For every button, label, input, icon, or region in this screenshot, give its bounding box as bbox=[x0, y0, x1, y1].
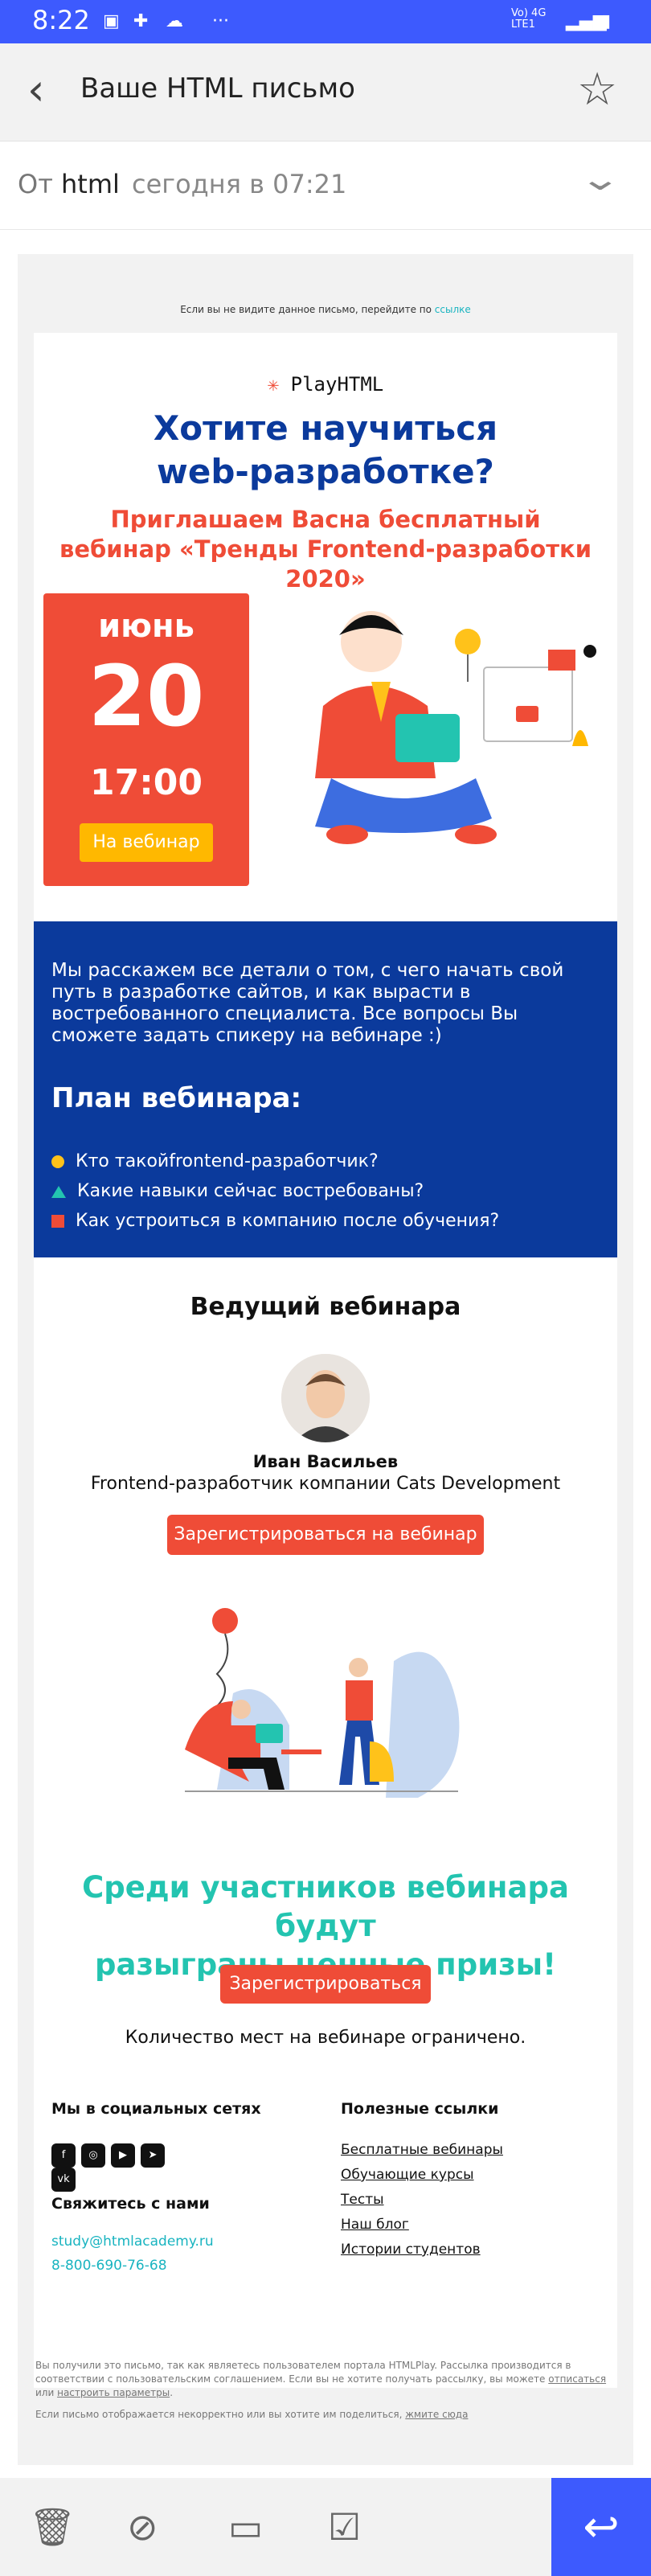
social-title: Мы в социальных сетях bbox=[51, 2100, 261, 2118]
legal-text: Вы получили это письмо, так как являетес… bbox=[18, 2359, 633, 2400]
instagram-icon[interactable]: ◎ bbox=[81, 2143, 105, 2168]
preheader-link[interactable]: ссылке bbox=[435, 304, 471, 315]
cloud-icon: ☁ bbox=[166, 11, 183, 31]
invite-text: Приглашаем Васна бесплатный вебинар «Трен… bbox=[34, 505, 617, 594]
plan-title: План вебинара: bbox=[51, 1082, 302, 1114]
contact-email-link[interactable]: study@htmlacademy.ru bbox=[51, 2233, 214, 2250]
date-month: июнь bbox=[98, 608, 194, 645]
legal-or: или bbox=[35, 2387, 58, 2398]
unsubscribe-link[interactable]: отписаться bbox=[548, 2373, 606, 2385]
preheader: Если вы не видите данное письмо, перейди… bbox=[18, 304, 633, 315]
logo-icon: ✳ bbox=[267, 373, 280, 396]
status-time: 8:22 bbox=[32, 5, 90, 35]
legal-share-text: Если письмо отображается некорректно или… bbox=[18, 2409, 633, 2420]
register-button[interactable]: Зарегистрироваться bbox=[220, 1965, 431, 2004]
reply-icon[interactable]: ↩ bbox=[551, 2478, 651, 2576]
invite-line-1: Приглашаем Васна бесплатный bbox=[110, 506, 541, 533]
app-bar: ‹ Ваше HTML письмо ☆ bbox=[0, 43, 651, 142]
social-icons: f ◎ ▶ ➤ vk bbox=[51, 2143, 180, 2192]
avatar bbox=[281, 1354, 370, 1442]
block-icon[interactable]: ⊘ bbox=[127, 2505, 158, 2549]
share-link[interactable]: жмите сюда bbox=[405, 2409, 468, 2420]
email-card: ✳ PlayHTML Хотите научиться web-разработк… bbox=[34, 333, 617, 2388]
invite-line-2: вебинар «Тренды Frontend-разработки 2020… bbox=[59, 535, 592, 593]
sender-row[interactable]: От html сегодня в 07:21 ⌄ bbox=[0, 142, 651, 230]
speaker-title: Ведущий вебинара bbox=[190, 1293, 461, 1321]
legal-text-main: Вы получили это письмо, так как являетес… bbox=[35, 2360, 571, 2385]
from-field: От html bbox=[18, 169, 120, 199]
mark-done-icon[interactable]: ☑ bbox=[328, 2505, 361, 2549]
link-tests[interactable]: Тесты bbox=[341, 2192, 384, 2208]
plan-item-text: Какие навыки сейчас востребованы? bbox=[77, 1181, 424, 1201]
status-bar: 8:22 ▣ ✚ ☁ ··· Vo) 4G LTE1 ▂▄▆ ▮ bbox=[0, 0, 651, 43]
plan-item-text: Как устроиться в компанию после обучения… bbox=[76, 1211, 500, 1231]
people-illustration bbox=[185, 1608, 460, 1798]
youtube-icon[interactable]: ▶ bbox=[111, 2143, 135, 2168]
telegram-icon[interactable]: ➤ bbox=[141, 2143, 165, 2168]
chevron-down-icon[interactable]: ⌄ bbox=[579, 161, 622, 198]
speaker-role: Frontend-разработчик компании Cats Devel… bbox=[90, 1474, 561, 1494]
gallery-icon: ▣ bbox=[103, 11, 120, 31]
sender-name: html bbox=[61, 169, 120, 199]
link-stories[interactable]: Истории студентов bbox=[341, 2242, 481, 2258]
vk-icon[interactable]: vk bbox=[51, 2168, 76, 2192]
plan-item: Как устроиться в компанию после обучения… bbox=[51, 1211, 499, 1231]
battery-icon: ▮ bbox=[601, 11, 612, 31]
register-webinar-button[interactable]: Зарегистрироваться на вебинар bbox=[167, 1515, 484, 1555]
to-webinar-button[interactable]: На вебинар bbox=[80, 823, 213, 862]
trash-icon[interactable]: 🗑 bbox=[29, 2505, 76, 2549]
back-arrow-icon[interactable]: ‹ bbox=[27, 66, 45, 114]
folder-icon[interactable]: ▭ bbox=[228, 2505, 263, 2549]
links-title: Полезные ссылки bbox=[341, 2100, 499, 2118]
legal-dot: . bbox=[170, 2387, 174, 2398]
from-label: От bbox=[18, 169, 53, 199]
settings-link[interactable]: настроить параметры bbox=[57, 2387, 170, 2398]
star-icon[interactable]: ☆ bbox=[577, 66, 617, 114]
link-courses[interactable]: Обучающие курсы bbox=[341, 2167, 474, 2183]
more-dots: ··· bbox=[212, 11, 229, 31]
about-section: Мы расскажем все детали о том, с чего на… bbox=[34, 921, 617, 1257]
square-bullet-icon bbox=[51, 1215, 64, 1228]
circle-bullet-icon bbox=[51, 1155, 64, 1168]
link-free-webinars[interactable]: Бесплатные вебинары bbox=[341, 2142, 503, 2158]
logo-text: PlayHTML bbox=[290, 373, 384, 396]
headline-line-1: Хотите научиться bbox=[153, 408, 498, 448]
hero-illustration bbox=[315, 611, 596, 844]
plan-item: Кто такойfrontend-разработчик? bbox=[51, 1151, 379, 1171]
received-date: сегодня в 07:21 bbox=[132, 169, 347, 199]
email-body: Если вы не видите данное письмо, перейди… bbox=[18, 254, 633, 2465]
app-icon: ✚ bbox=[133, 11, 149, 31]
lte-label: LTE1 bbox=[511, 18, 535, 31]
prize-line-1: Среди участников вебинара будут bbox=[82, 1870, 569, 1943]
headline-line-2: web-разработке? bbox=[157, 452, 494, 491]
link-blog[interactable]: Наш блог bbox=[341, 2217, 409, 2233]
date-time: 17:00 bbox=[89, 762, 203, 803]
plan-item-text: Кто такойfrontend-разработчик? bbox=[76, 1151, 379, 1171]
triangle-bullet-icon bbox=[51, 1185, 66, 1198]
contact-phone-link[interactable]: 8-800-690-76-68 bbox=[51, 2258, 167, 2274]
facebook-icon[interactable]: f bbox=[51, 2143, 76, 2168]
logo: ✳ PlayHTML bbox=[34, 373, 617, 396]
legal-share-main: Если письмо отображается некорректно или… bbox=[35, 2409, 406, 2420]
limited-seats-note: Количество мест на вебинаре ограничено. bbox=[125, 2028, 526, 2048]
preheader-text: Если вы не видите данное письмо, перейди… bbox=[180, 304, 435, 315]
plan-item: Какие навыки сейчас востребованы? bbox=[51, 1181, 424, 1201]
date-card: июнь 20 17:00 На вебинар bbox=[43, 593, 249, 886]
date-day: 20 bbox=[88, 647, 205, 745]
network-label: Vo) 4G bbox=[511, 7, 547, 19]
about-text: Мы расскажем все детали о том, с чего на… bbox=[51, 960, 564, 1046]
headline: Хотите научиться web-разработке? bbox=[34, 407, 617, 494]
speaker-name: Иван Васильев bbox=[252, 1452, 399, 1471]
page-title: Ваше HTML письмо bbox=[80, 72, 355, 105]
contact-title: Свяжитесь с нами bbox=[51, 2195, 210, 2213]
